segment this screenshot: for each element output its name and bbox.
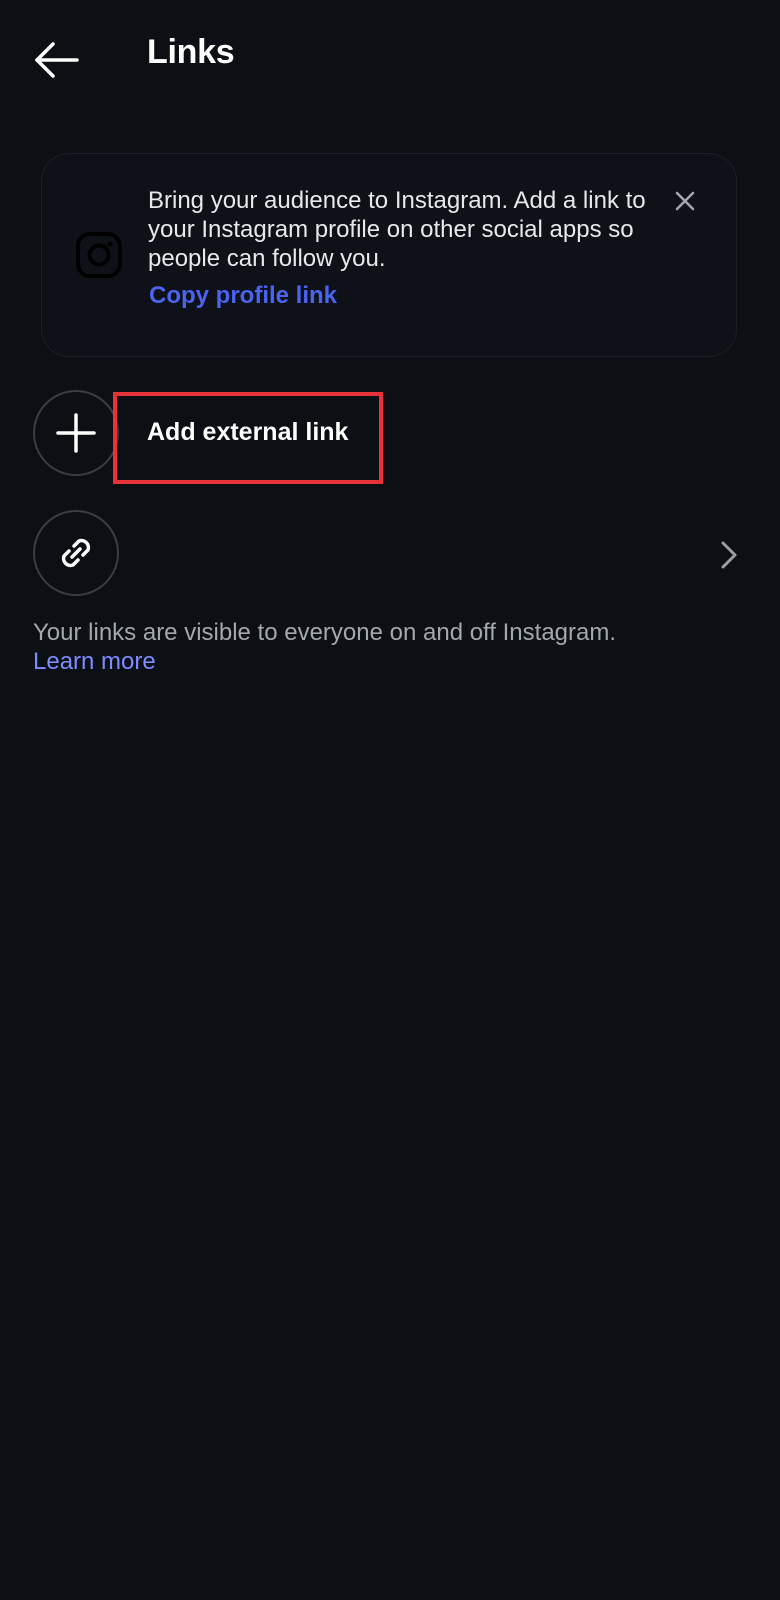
link-icon bbox=[61, 538, 91, 568]
link-icon-button[interactable] bbox=[33, 510, 119, 596]
add-external-link-row[interactable]: Add external link bbox=[0, 388, 780, 484]
footer-message: Your links are visible to everyone on an… bbox=[33, 619, 617, 646]
chevron-right-icon[interactable] bbox=[718, 540, 740, 570]
footer-text: Your links are visible to everyone on an… bbox=[33, 618, 753, 676]
promo-text: Bring your audience to Instagram. Add a … bbox=[148, 187, 646, 272]
promo-card: Bring your audience to Instagram. Add a … bbox=[41, 153, 737, 357]
back-arrow-icon bbox=[35, 42, 79, 78]
back-button[interactable] bbox=[26, 30, 86, 90]
copy-profile-link[interactable]: Copy profile link bbox=[149, 282, 337, 310]
plus-icon bbox=[56, 413, 96, 453]
instagram-icon bbox=[76, 232, 122, 278]
link-row[interactable] bbox=[0, 508, 780, 604]
header: Links bbox=[0, 0, 780, 115]
add-external-link-label[interactable]: Add external link bbox=[147, 418, 348, 447]
close-icon bbox=[675, 191, 695, 211]
learn-more-link[interactable]: Learn more bbox=[33, 647, 156, 676]
close-button[interactable] bbox=[668, 184, 702, 218]
add-button[interactable] bbox=[33, 390, 119, 476]
page-title: Links bbox=[147, 33, 235, 71]
